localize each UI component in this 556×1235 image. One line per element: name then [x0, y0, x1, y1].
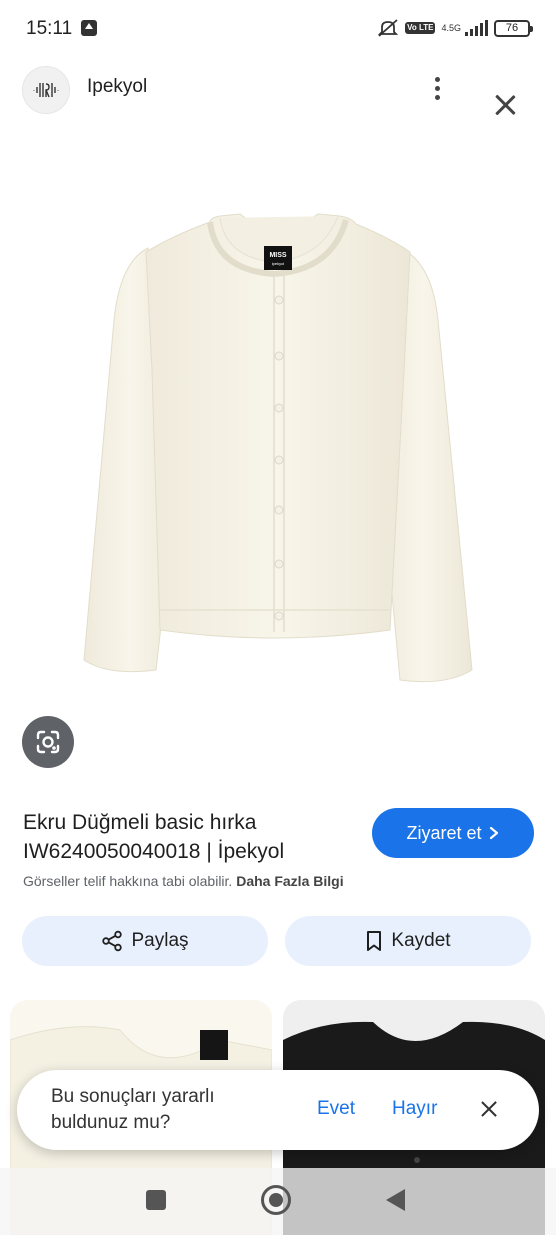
google-lens-button[interactable]	[22, 716, 74, 768]
feedback-no-button[interactable]: Hayır	[392, 1098, 437, 1120]
home-icon[interactable]	[261, 1185, 291, 1215]
product-title[interactable]: Ekru Düğmeli basic hırka IW6240050040018…	[23, 808, 353, 866]
copyright-text: Görseller telif hakkına tabi olabilir.	[23, 873, 233, 889]
visit-button-label: Ziyaret et	[406, 822, 482, 843]
status-time: 15:11	[26, 18, 73, 39]
cardigan-label-brand: MISS	[269, 252, 286, 259]
share-label: Paylaş	[131, 930, 189, 951]
status-icons: Vo LTE 4.5G 76	[377, 18, 533, 38]
volte-icon: Vo LTE	[405, 22, 436, 34]
site-name[interactable]: Ipekyol	[87, 76, 147, 98]
navigation-bar	[0, 1168, 556, 1235]
feedback-prompt: Bu sonuçları yararlı buldunuz mu? Evet H…	[17, 1070, 539, 1150]
copyright-note: Görseller telif hakkına tabi olabilir. D…	[23, 873, 344, 889]
bookmark-icon	[367, 931, 382, 951]
more-vert-icon[interactable]	[426, 70, 448, 106]
site-logo[interactable]	[22, 66, 70, 114]
recent-apps-icon[interactable]	[146, 1190, 166, 1210]
feedback-question: Bu sonuçları yararlı buldunuz mu?	[51, 1086, 215, 1133]
more-info-link[interactable]: Daha Fazla Bilgi	[236, 873, 343, 889]
close-icon[interactable]	[490, 90, 520, 120]
network-type: 4.5G	[441, 23, 461, 33]
save-button[interactable]: Kaydet	[285, 916, 531, 966]
back-icon[interactable]	[386, 1189, 405, 1211]
upload-notification-icon	[81, 20, 97, 36]
feedback-yes-button[interactable]: Evet	[317, 1098, 355, 1120]
product-image[interactable]: MISS ipekyol	[60, 200, 496, 700]
cardigan-label-sub: ipekyol	[272, 261, 285, 266]
header: Ipekyol	[0, 58, 556, 128]
share-icon	[102, 930, 123, 952]
chevron-right-icon	[489, 826, 498, 840]
signal-icon	[465, 20, 488, 36]
ipekyol-logo-icon	[33, 83, 59, 98]
visit-button[interactable]: Ziyaret et	[372, 808, 534, 858]
status-bar: 15:11 Vo LTE 4.5G 76	[0, 0, 556, 58]
close-icon[interactable]	[478, 1098, 500, 1120]
save-label: Kaydet	[391, 930, 451, 951]
lens-icon	[36, 730, 60, 754]
share-button[interactable]: Paylaş	[22, 916, 268, 966]
mute-icon	[377, 19, 399, 37]
battery-icon: 76	[494, 19, 533, 37]
